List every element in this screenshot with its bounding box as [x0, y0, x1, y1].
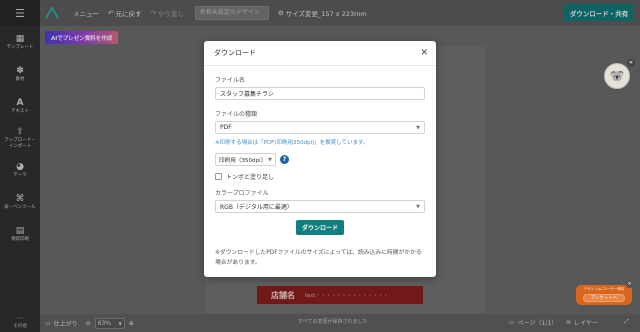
koala-icon: 🐨: [609, 69, 625, 83]
assistant-avatar[interactable]: 🐨: [604, 63, 630, 89]
color-profile-label: カラープロファイル: [215, 190, 269, 197]
avatar-close-icon[interactable]: ✕: [627, 59, 635, 67]
chevron-down-icon: ▼: [416, 203, 420, 210]
print-recommend-note: ※印刷する場合は「PDF(印刷用350dpi)」を推奨しています。: [215, 140, 369, 146]
quality-value: 印刷用（350dpi）: [219, 157, 267, 164]
survey-close-icon[interactable]: ✕: [626, 281, 633, 288]
quality-select[interactable]: 印刷用（350dpi） ▼: [215, 153, 276, 166]
download-footnote: ※ダウンロードしたPDFファイルのサイズによっては、読み込みに時間がかかる場合が…: [215, 250, 422, 266]
chevron-down-icon: ▼: [416, 124, 420, 131]
crop-marks-label: トンボと塗り足し: [226, 174, 275, 181]
file-type-label: ファイルの種類: [215, 111, 258, 118]
download-modal: ダウンロード ✕ ファイル名 スタッフ募集チラシ ファイルの種類 PDF ▼ ※…: [204, 41, 436, 277]
file-name-input[interactable]: スタッフ募集チラシ: [215, 87, 425, 100]
help-icon[interactable]: ?: [280, 155, 289, 164]
file-type-value: PDF: [220, 124, 232, 131]
survey-title: デザインACユーザー様向: [583, 287, 625, 291]
file-type-select[interactable]: PDF ▼: [215, 121, 425, 134]
color-profile-select[interactable]: RGB（デジタル用に最適） ▼: [215, 200, 425, 213]
close-icon[interactable]: ✕: [420, 48, 428, 58]
color-profile-value: RGB（デジタル用に最適）: [220, 204, 293, 211]
quality-row: 印刷用（350dpi） ▼ ?: [215, 153, 425, 166]
modal-body: ファイル名 スタッフ募集チラシ ファイルの種類 PDF ▼ ※印刷する場合は「P…: [204, 75, 436, 268]
chevron-down-icon: ▼: [268, 156, 272, 163]
survey-widget: デザインACユーザー様向 アンケートへ: [576, 285, 632, 305]
survey-button[interactable]: アンケートへ: [583, 294, 625, 302]
download-button[interactable]: ダウンロード: [296, 220, 344, 235]
crop-marks-checkbox[interactable]: [215, 173, 222, 180]
file-name-label: ファイル名: [215, 77, 246, 84]
crop-marks-option[interactable]: トンボと塗り足し: [215, 172, 425, 181]
modal-header: ダウンロード ✕: [204, 41, 436, 66]
modal-title: ダウンロード: [214, 49, 256, 57]
